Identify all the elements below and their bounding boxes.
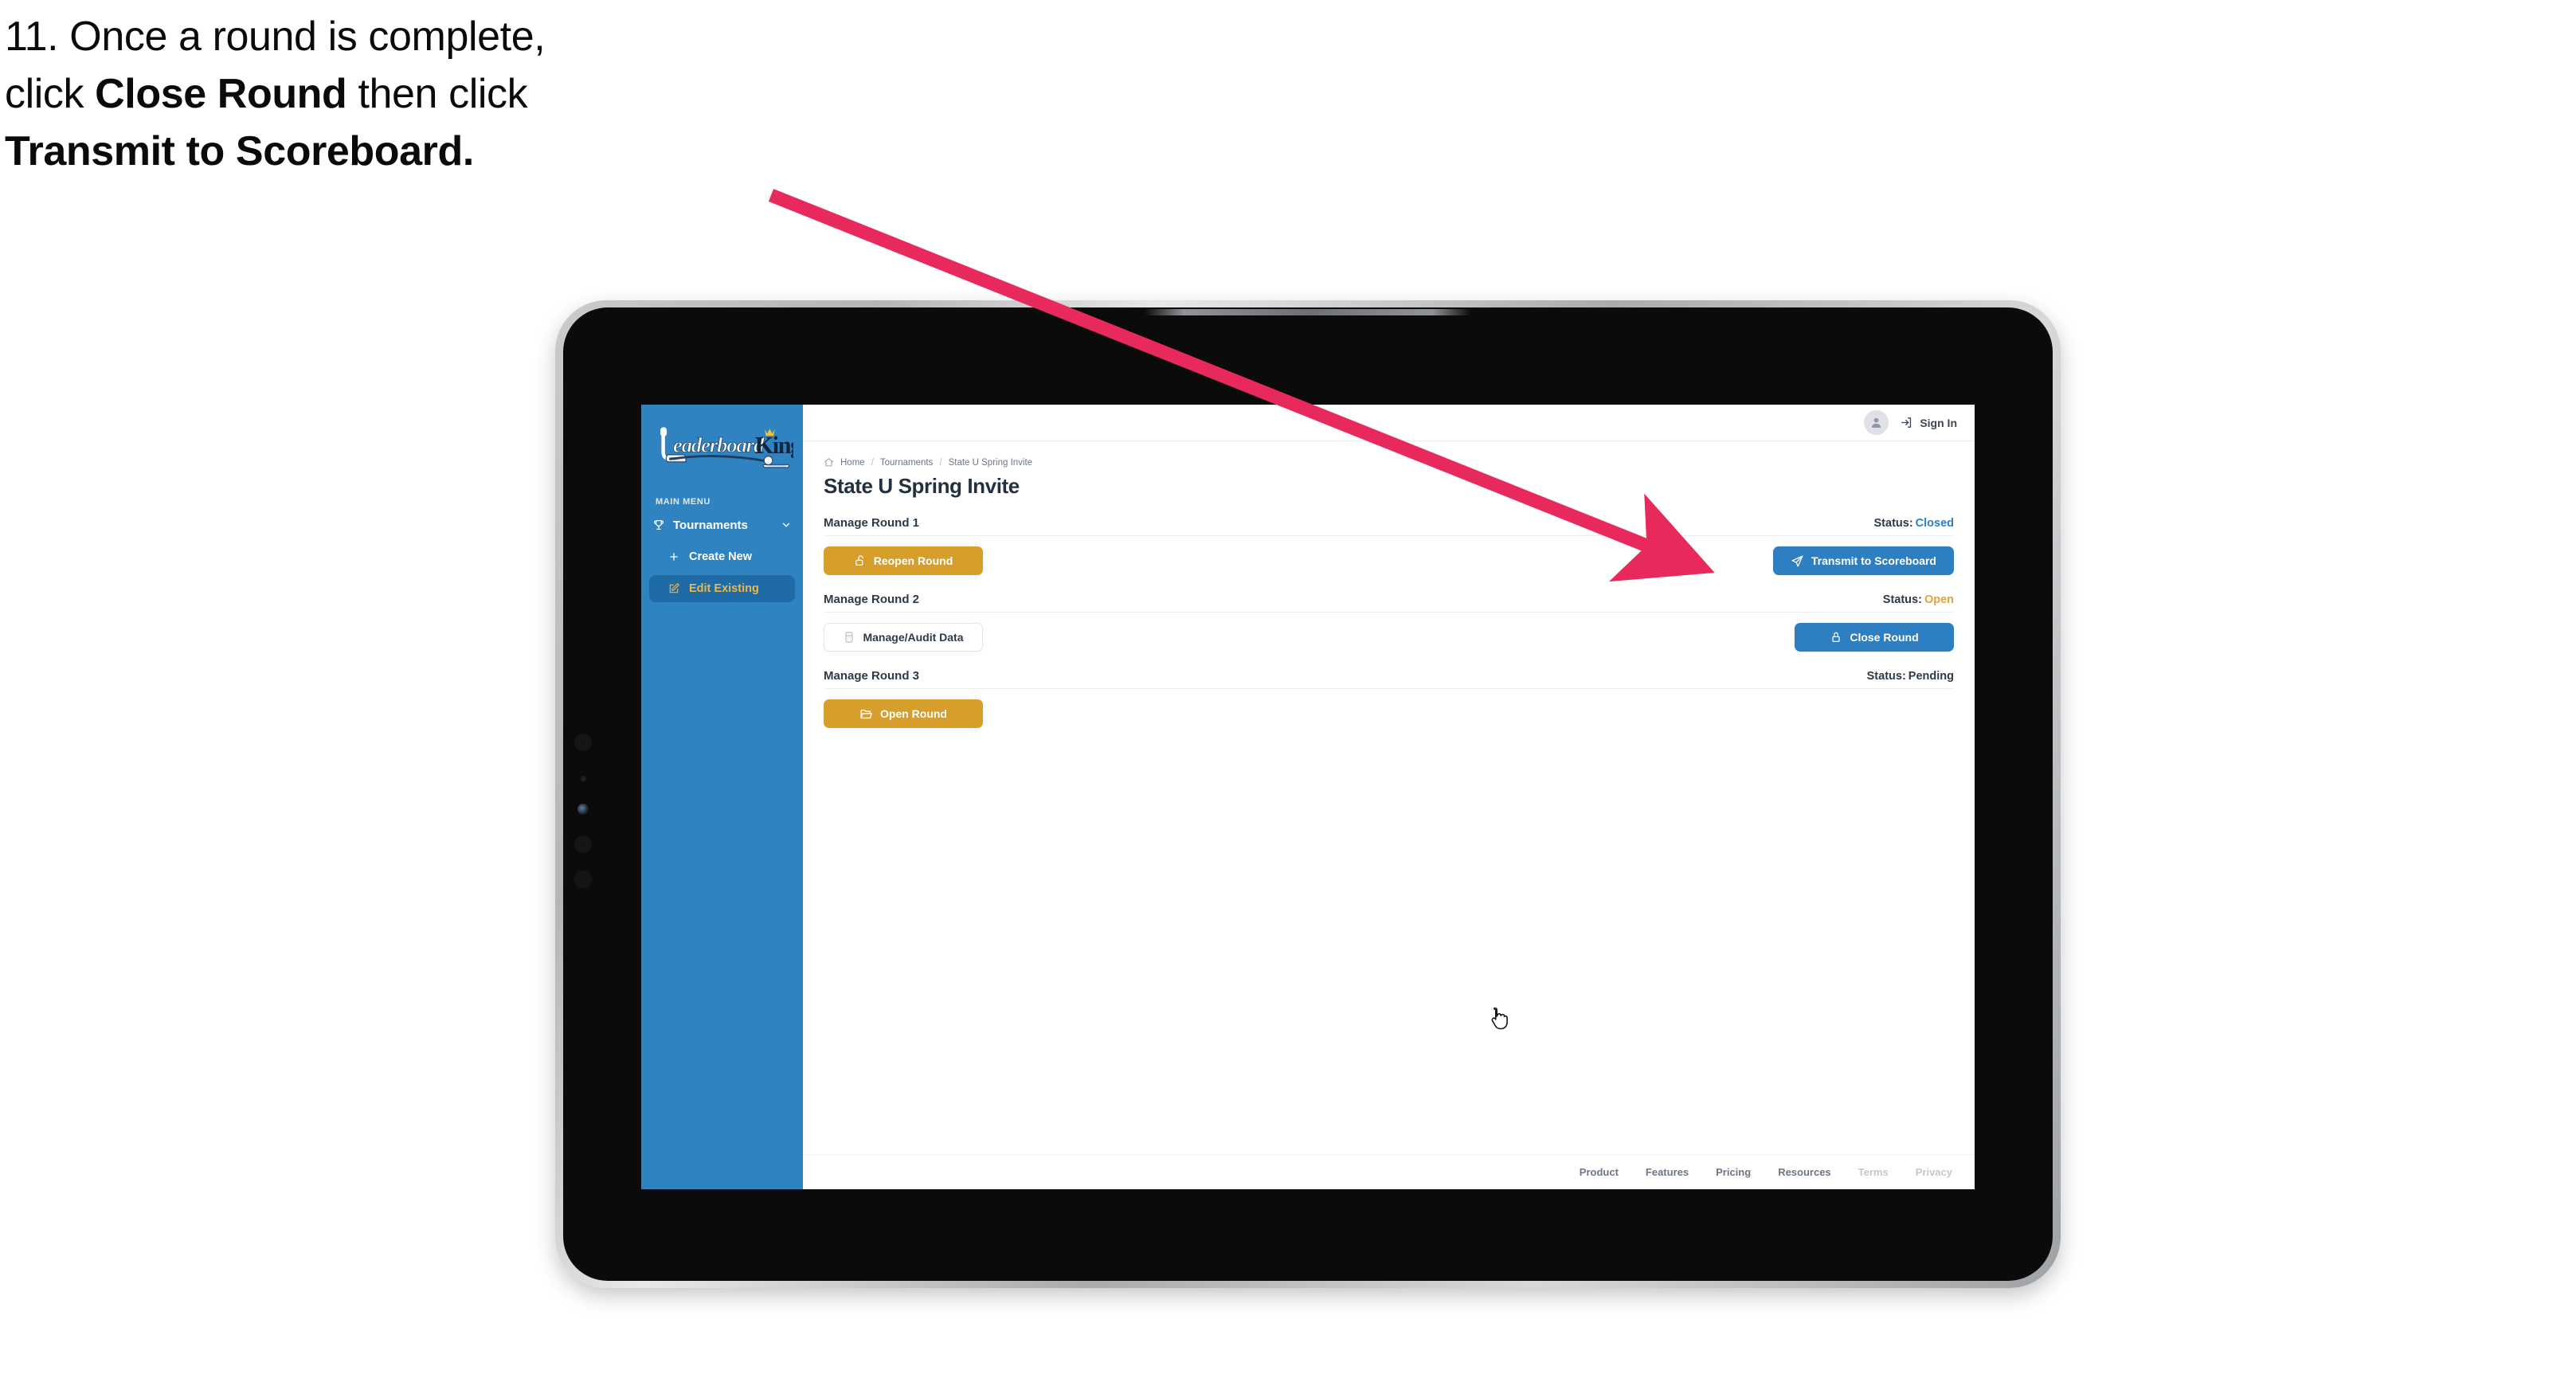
page-content: Home / Tournaments / State U Spring Invi…: [803, 441, 1975, 1154]
caption-line-3: Transmit to Scoreboard.: [5, 131, 897, 172]
footer-link-product[interactable]: Product: [1580, 1166, 1619, 1178]
round-section-1: Manage Round 1 Status: Closed Reopen Roun…: [824, 516, 1954, 575]
tablet-device-frame: eaderboard King: [555, 300, 2061, 1288]
top-bar: Sign In: [803, 405, 1975, 441]
reopen-round-button[interactable]: Reopen Round: [824, 546, 983, 575]
button-label: Close Round: [1850, 631, 1919, 644]
status-value: Pending: [1908, 670, 1954, 683]
chevron-down-icon[interactable]: [777, 519, 792, 531]
footer-link-features[interactable]: Features: [1646, 1166, 1689, 1178]
unlock-icon: [855, 555, 863, 566]
plus-icon: [668, 551, 689, 562]
caption-line-1: 11. Once a round is complete,: [5, 14, 546, 60]
footer: Product Features Pricing Resources Terms…: [803, 1154, 1975, 1189]
tablet-sensor-dot: [574, 871, 592, 888]
tablet-bezel: eaderboard King: [563, 307, 2053, 1281]
round-header: Manage Round 1 Status: Closed: [824, 516, 1954, 536]
caption-line2-bold: Close Round: [95, 71, 347, 117]
tablet-screen: eaderboard King: [641, 405, 1975, 1189]
trophy-icon: [652, 519, 670, 531]
sidebar-item-label: Create New: [689, 550, 752, 563]
manage-audit-data-button[interactable]: Manage/Audit Data: [824, 623, 983, 652]
round-header: Manage Round 3 Status: Pending: [824, 669, 1954, 689]
sidebar-menu-label: MAIN MENU: [656, 497, 711, 507]
sign-in-arrow-icon: [1901, 417, 1912, 428]
breadcrumb-item-home[interactable]: Home: [840, 458, 865, 468]
tablet-sensor-dot: [574, 734, 592, 751]
breadcrumb-item-tournaments[interactable]: Tournaments: [880, 458, 933, 468]
page-title: State U Spring Invite: [824, 474, 1020, 498]
caption-line2-pre: click: [5, 71, 96, 117]
leaderboardking-logo-icon: eaderboard King: [660, 427, 793, 468]
lock-icon: [1832, 632, 1840, 642]
sign-in-label: Sign In: [1920, 416, 1957, 429]
avatar[interactable]: [1864, 410, 1889, 435]
button-label: Open Round: [880, 707, 947, 720]
instruction-caption: 11. Once a round is complete, click Clos…: [5, 16, 897, 188]
table-grid-icon: [845, 632, 854, 643]
sidebar-item-label: Edit Existing: [689, 582, 759, 595]
button-label: Reopen Round: [873, 554, 953, 567]
breadcrumb-item-current[interactable]: State U Spring Invite: [949, 458, 1032, 468]
home-icon: [824, 458, 833, 467]
caption-line3-bold: Transmit to Scoreboard.: [5, 128, 474, 174]
sidebar-item-edit-existing[interactable]: Edit Existing: [649, 575, 795, 602]
breadcrumb-separator: /: [871, 457, 874, 468]
tablet-top-speaker: [1145, 309, 1471, 315]
round-actions: Open Round: [824, 699, 1954, 728]
sidebar-item-create-new[interactable]: Create New: [649, 543, 795, 570]
tablet-camera-lens: [577, 804, 589, 815]
app-logo[interactable]: eaderboard King: [641, 416, 803, 484]
breadcrumb-separator: /: [939, 457, 942, 468]
sidebar-group-tournaments[interactable]: Tournaments: [641, 511, 803, 538]
round-name: Manage Round 1: [824, 516, 920, 530]
close-round-button[interactable]: Close Round: [1795, 623, 1954, 652]
caption-line2-post: then click: [346, 71, 528, 117]
status-badge: Status: Closed: [1874, 517, 1955, 530]
folder-open-icon: [860, 709, 872, 718]
footer-link-resources[interactable]: Resources: [1778, 1166, 1830, 1178]
main-area: Sign In Home / Tournaments / State U Spr…: [803, 405, 1975, 1189]
edit-square-icon: [668, 583, 689, 594]
breadcrumb: Home / Tournaments / State U Spring Invi…: [824, 457, 1954, 468]
paper-plane-icon: [1791, 554, 1803, 567]
round-actions: Reopen Round Transmit to Scoreboard: [824, 546, 1954, 575]
screenshot-stage: 11. Once a round is complete, click Clos…: [0, 0, 2576, 1386]
status-label: Status:: [1873, 517, 1913, 530]
status-value: Open: [1924, 593, 1954, 606]
round-actions: Manage/Audit Data Close Round: [824, 623, 1954, 652]
svg-text:eaderboard: eaderboard: [673, 433, 765, 456]
tablet-sensor-dot: [581, 776, 586, 781]
round-section-2: Manage Round 2 Status: Open Manage/Audit …: [824, 593, 1954, 652]
transmit-to-scoreboard-button[interactable]: Transmit to Scoreboard: [1772, 546, 1954, 575]
round-section-3: Manage Round 3 Status: Pending Open Round: [824, 669, 1954, 728]
footer-link-terms[interactable]: Terms: [1858, 1166, 1889, 1178]
status-label: Status:: [1882, 593, 1922, 606]
status-badge: Status: Pending: [1867, 670, 1954, 683]
footer-link-privacy[interactable]: Privacy: [1916, 1166, 1952, 1178]
app-root: eaderboard King: [641, 405, 1975, 1189]
open-round-button[interactable]: Open Round: [824, 699, 983, 728]
round-name: Manage Round 3: [824, 669, 920, 683]
user-avatar-icon: [1872, 417, 1881, 428]
round-name: Manage Round 2: [824, 593, 920, 606]
sidebar: eaderboard King: [641, 405, 803, 1189]
tablet-sensor-dot: [574, 836, 592, 853]
button-label: Manage/Audit Data: [863, 631, 964, 644]
svg-text:King: King: [754, 432, 793, 459]
sign-in-button[interactable]: Sign In: [1900, 416, 1957, 429]
button-label: Transmit to Scoreboard: [1811, 554, 1936, 567]
footer-link-pricing[interactable]: Pricing: [1716, 1166, 1751, 1178]
round-header: Manage Round 2 Status: Open: [824, 593, 1954, 613]
sidebar-group-label: Tournaments: [673, 518, 748, 532]
status-label: Status:: [1866, 670, 1906, 683]
status-badge: Status: Open: [1883, 593, 1954, 606]
caption-line-2: click Close Round then click: [5, 73, 897, 115]
status-value: Closed: [1915, 517, 1954, 530]
